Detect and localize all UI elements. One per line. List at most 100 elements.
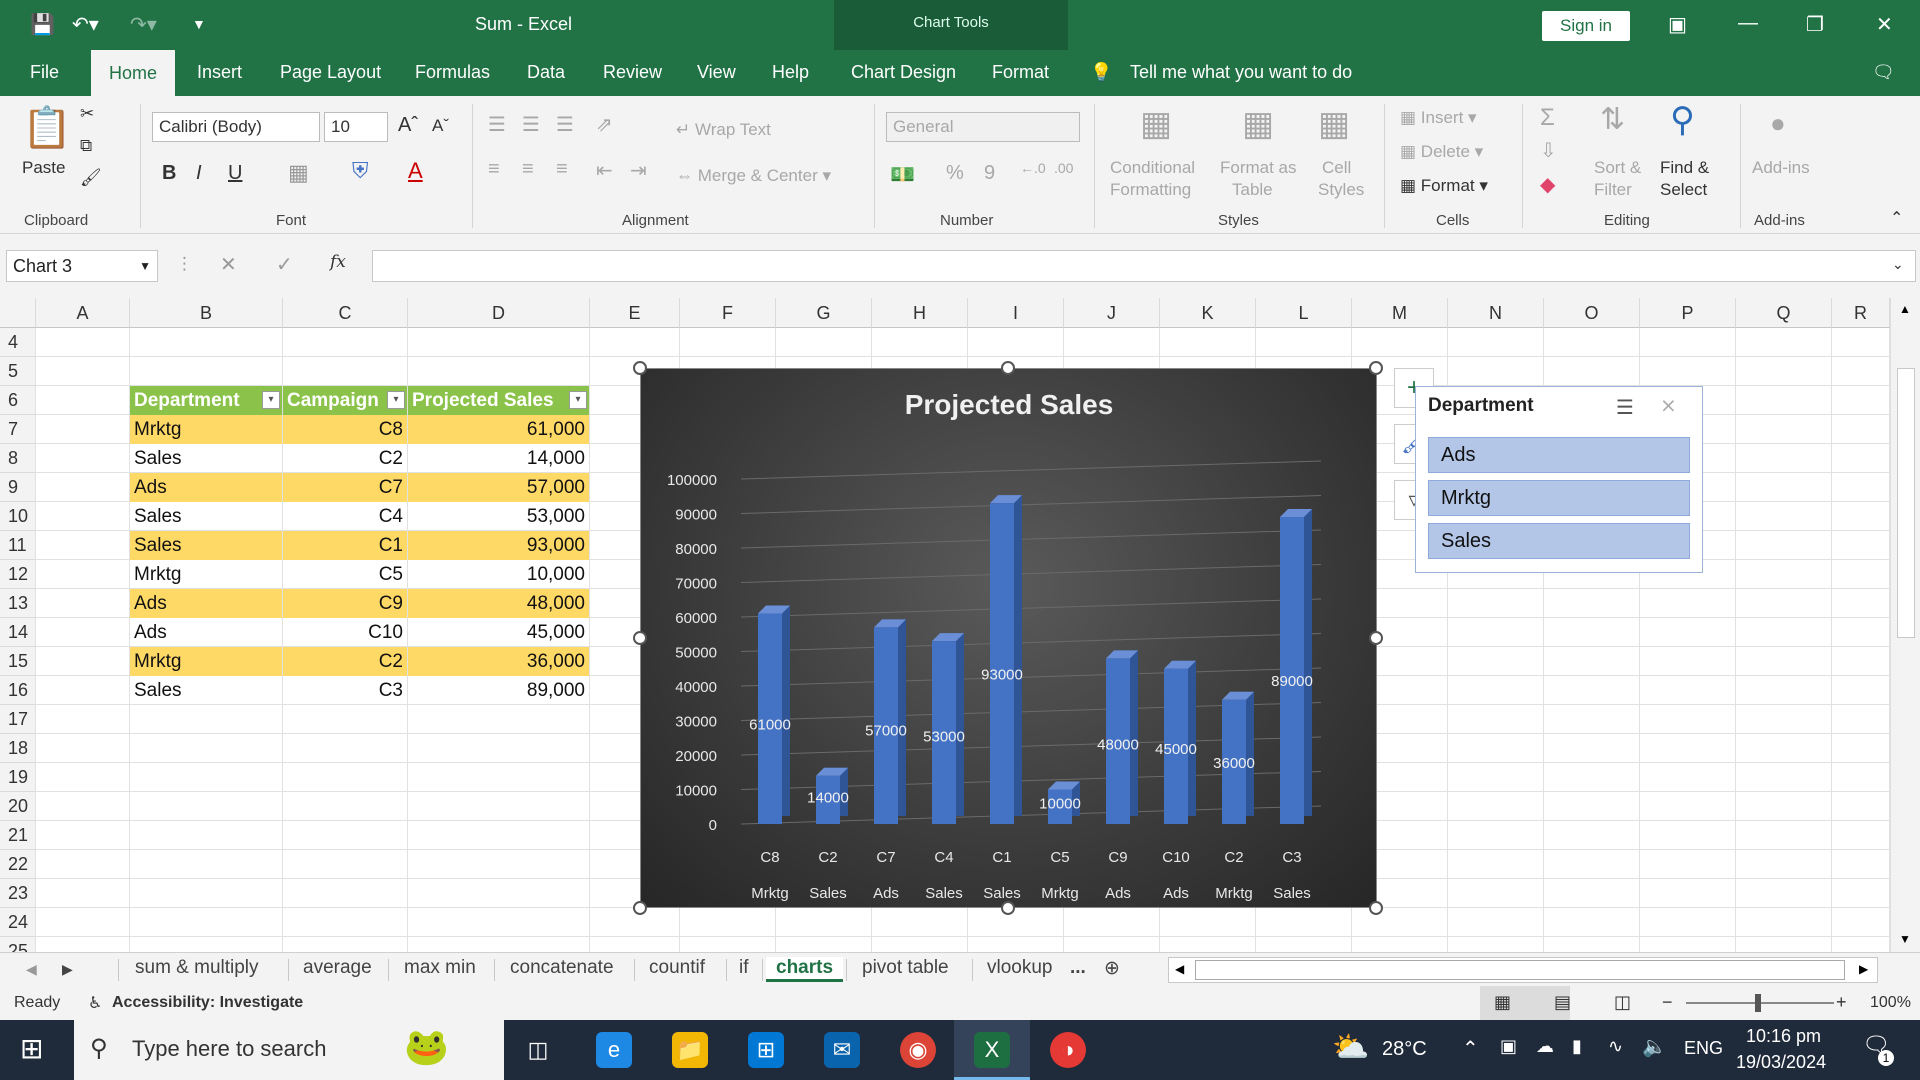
- column-header[interactable]: R: [1832, 298, 1890, 328]
- tab-page-layout[interactable]: Page Layout: [280, 62, 381, 83]
- excel-icon[interactable]: X: [974, 1032, 1010, 1068]
- zoom-slider-thumb[interactable]: [1755, 994, 1761, 1012]
- row-header[interactable]: 14: [0, 618, 36, 647]
- zoom-out-icon[interactable]: −: [1662, 992, 1673, 1013]
- sheet-tab-average[interactable]: average: [303, 957, 372, 979]
- prev-sheet-icon[interactable]: ◀: [26, 961, 37, 978]
- format-painter-icon[interactable]: 🖌: [80, 168, 102, 188]
- language-indicator[interactable]: ENG: [1684, 1038, 1723, 1059]
- name-box-dropdown-icon[interactable]: ▼: [139, 251, 151, 281]
- comma-button[interactable]: 9: [984, 162, 995, 185]
- next-sheet-icon[interactable]: ▶: [62, 961, 73, 978]
- projected-sales-chart[interactable]: Projected Sales 0 10000 20000 30000 40000 5000…: [640, 368, 1377, 908]
- table-cell[interactable]: Mrktg: [130, 415, 282, 444]
- tab-home[interactable]: Home: [91, 50, 176, 96]
- volume-icon[interactable]: 🔈: [1642, 1034, 1667, 1059]
- row-header[interactable]: 24: [0, 908, 36, 937]
- row-header[interactable]: 15: [0, 647, 36, 676]
- conditional-formatting-line2[interactable]: Formatting: [1110, 180, 1191, 200]
- align-top-icon[interactable]: ☰: [488, 112, 506, 137]
- align-right-icon[interactable]: ≡: [556, 158, 568, 181]
- cancel-entry-icon[interactable]: ✕: [220, 252, 237, 277]
- column-header[interactable]: N: [1448, 298, 1544, 328]
- scroll-up-icon[interactable]: ▲: [1899, 302, 1911, 316]
- accessibility-status[interactable]: Accessibility: Investigate: [112, 994, 303, 1012]
- row-header[interactable]: 4: [0, 328, 36, 357]
- cut-icon[interactable]: ✂: [80, 104, 94, 124]
- scroll-left-icon[interactable]: ◀: [1175, 962, 1184, 976]
- align-center-icon[interactable]: ≡: [522, 158, 534, 181]
- cell-styles-line2[interactable]: Styles: [1318, 180, 1364, 200]
- page-layout-view-icon[interactable]: ▤: [1554, 992, 1571, 1013]
- resize-handle[interactable]: [1369, 631, 1383, 645]
- row-header[interactable]: 18: [0, 734, 36, 763]
- tray-chevron-icon[interactable]: ⌃: [1462, 1036, 1479, 1061]
- tab-insert[interactable]: Insert: [197, 62, 242, 83]
- chrome-icon[interactable]: ◉: [900, 1032, 936, 1068]
- table-cell[interactable]: 53,000: [408, 502, 589, 531]
- delete-cells-button[interactable]: ▦ Delete ▾: [1400, 142, 1483, 162]
- restore-icon[interactable]: ❐: [1806, 12, 1824, 37]
- column-header[interactable]: I: [968, 298, 1064, 328]
- formula-input[interactable]: [372, 250, 1916, 282]
- column-header[interactable]: E: [590, 298, 680, 328]
- decrease-indent-icon[interactable]: ⇤: [596, 158, 613, 183]
- ribbon-display-icon[interactable]: ▣: [1668, 12, 1687, 37]
- row-header[interactable]: 23: [0, 879, 36, 908]
- scroll-right-icon[interactable]: ▶: [1859, 962, 1868, 976]
- customize-qat-icon[interactable]: ▼: [192, 16, 206, 32]
- sheet-tab-countif[interactable]: countif: [649, 957, 705, 979]
- column-header[interactable]: A: [36, 298, 130, 328]
- autosum-icon[interactable]: Σ: [1540, 104, 1555, 132]
- decrease-decimal-icon[interactable]: .00: [1054, 160, 1073, 176]
- table-cell[interactable]: 48,000: [408, 589, 589, 618]
- sort-filter-line1[interactable]: Sort &: [1594, 158, 1641, 178]
- h-scroll-thumb[interactable]: [1195, 960, 1845, 980]
- table-header-cell[interactable]: Projected Sales ▾: [408, 386, 589, 415]
- table-cell[interactable]: Sales: [130, 502, 282, 531]
- table-cell[interactable]: 10,000: [408, 560, 589, 589]
- tab-file[interactable]: File: [30, 62, 59, 83]
- row-header[interactable]: 21: [0, 821, 36, 850]
- vertical-scrollbar[interactable]: ▲ ▼: [1890, 298, 1920, 952]
- row-header[interactable]: 5: [0, 357, 36, 386]
- sheet-tab-sum-multiply[interactable]: sum & multiply: [135, 957, 259, 979]
- percent-button[interactable]: %: [946, 162, 964, 185]
- confirm-entry-icon[interactable]: ✓: [276, 252, 293, 277]
- undo-icon[interactable]: ↶▾: [72, 12, 99, 37]
- row-header[interactable]: 22: [0, 850, 36, 879]
- copy-icon[interactable]: ⧉: [80, 136, 92, 156]
- table-cell[interactable]: C5: [283, 560, 407, 589]
- tab-formulas[interactable]: Formulas: [415, 62, 490, 83]
- insert-function-button[interactable]: fx: [330, 252, 346, 272]
- column-header[interactable]: B: [130, 298, 283, 328]
- save-icon[interactable]: 💾: [30, 12, 55, 37]
- mail-icon[interactable]: ✉: [824, 1032, 860, 1068]
- table-cell[interactable]: C1: [283, 531, 407, 560]
- paste-icon[interactable]: 📋: [22, 104, 72, 151]
- tab-help[interactable]: Help: [772, 62, 809, 83]
- minimize-icon[interactable]: —: [1738, 12, 1758, 35]
- column-header[interactable]: G: [776, 298, 872, 328]
- find-select-line2[interactable]: Select: [1660, 180, 1707, 200]
- borders-icon[interactable]: ▦: [288, 160, 309, 186]
- table-cell[interactable]: Ads: [130, 618, 282, 647]
- tab-view[interactable]: View: [697, 62, 736, 83]
- row-header[interactable]: 12: [0, 560, 36, 589]
- table-header-cell[interactable]: Campaign ▾: [283, 386, 407, 415]
- table-cell[interactable]: 57,000: [408, 473, 589, 502]
- tell-me-search[interactable]: Tell me what you want to do: [1130, 62, 1352, 83]
- weather-temp[interactable]: 28°C: [1382, 1038, 1427, 1061]
- pokeball-app-icon[interactable]: ◑: [1050, 1032, 1086, 1068]
- table-cell[interactable]: Ads: [130, 589, 282, 618]
- orientation-icon[interactable]: ⇗: [596, 112, 613, 137]
- align-left-icon[interactable]: ≡: [488, 158, 500, 181]
- align-middle-icon[interactable]: ☰: [522, 112, 540, 137]
- font-color-icon[interactable]: A: [408, 158, 423, 184]
- zoom-level[interactable]: 100%: [1870, 994, 1911, 1012]
- column-header[interactable]: Q: [1736, 298, 1832, 328]
- table-cell[interactable]: Sales: [130, 444, 282, 473]
- comments-icon[interactable]: 🗨: [1872, 62, 1895, 83]
- row-header[interactable]: 20: [0, 792, 36, 821]
- column-header[interactable]: L: [1256, 298, 1352, 328]
